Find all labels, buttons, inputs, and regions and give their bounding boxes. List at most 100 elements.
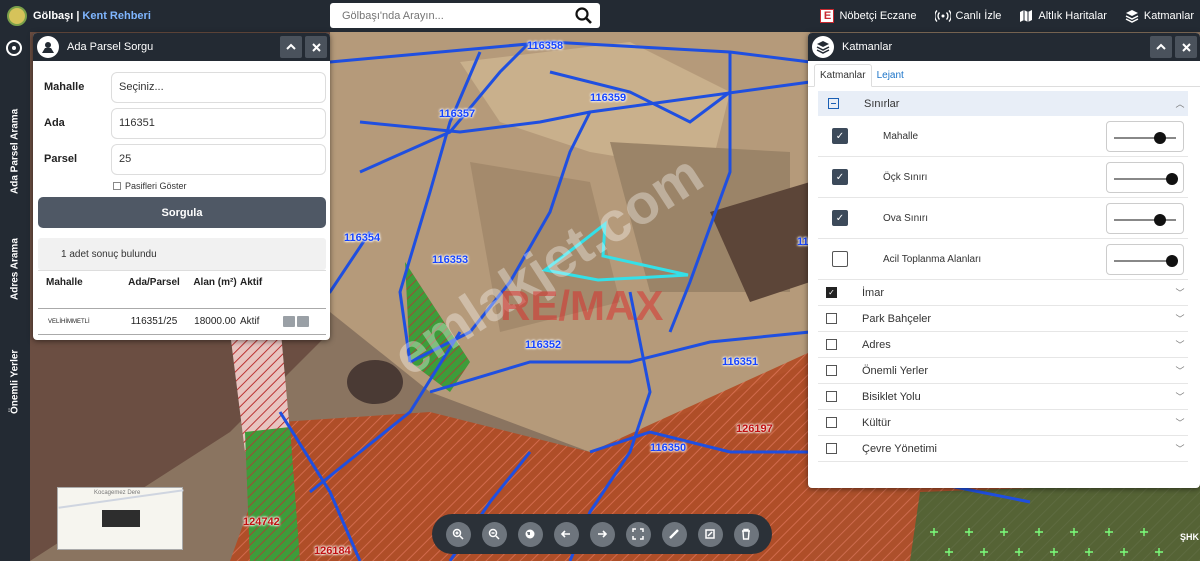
layer-checkbox[interactable] xyxy=(826,313,837,324)
result-count: 1 adet sonuç bulundu xyxy=(38,238,326,270)
corner-badge: ŞHK xyxy=(1180,532,1200,542)
cell-aktif: Aktif xyxy=(240,316,260,327)
pharmacy-label: Nöbetçi Eczane xyxy=(839,10,917,22)
pharmacy-link[interactable]: E Nöbetçi Eczane xyxy=(820,9,917,23)
zoom-out-icon xyxy=(488,528,500,540)
tab-layers[interactable]: Katmanlar xyxy=(814,64,872,87)
top-bar: Gölbaşı|Kent Rehberi E Nöbetçi Eczane Ca… xyxy=(0,0,1200,32)
opacity-slider[interactable] xyxy=(1106,120,1184,152)
close-icon xyxy=(311,42,321,52)
area-icon xyxy=(705,529,715,539)
chevron-down-icon[interactable]: ﹀ xyxy=(1172,312,1188,325)
sublayer-checkbox[interactable]: ✓ xyxy=(832,210,848,226)
layer-checkbox[interactable] xyxy=(826,417,837,428)
tab-ada-parsel-search[interactable]: Ada Parsel Arama xyxy=(3,84,27,194)
layer-checkbox[interactable]: ✓ xyxy=(826,287,837,298)
sublayer-row: ✓ Öçk Sınırı xyxy=(818,157,1188,198)
layer-checkbox[interactable] xyxy=(826,391,837,402)
minimap-viewport[interactable] xyxy=(102,510,140,527)
table-row[interactable]: VELİHİMMETLİ 116351/25 18000.00 Aktif xyxy=(38,309,326,335)
show-passive-option[interactable]: Pasifleri Göster xyxy=(33,177,330,195)
database-icon[interactable] xyxy=(297,316,309,327)
sublayer-row: Acil Toplanma Alanları xyxy=(818,239,1188,280)
layer-checkbox[interactable] xyxy=(826,365,837,376)
forward-button[interactable] xyxy=(589,521,615,547)
sublayer-checkbox[interactable]: ✓ xyxy=(832,128,848,144)
sublayer-label: Acil Toplanma Alanları xyxy=(883,253,982,265)
group-boundaries[interactable]: Sınırlar ︿ xyxy=(818,91,1188,116)
map-toolbar xyxy=(432,514,772,554)
sublayer-label: Mahalle xyxy=(883,130,919,142)
parcel-label-116354: 116354 xyxy=(344,232,381,244)
mahalle-select[interactable]: Seçiniz... xyxy=(111,71,326,103)
slider-handle[interactable] xyxy=(1154,131,1167,144)
chevron-down-icon[interactable]: ﹀ xyxy=(1172,364,1188,377)
query-button[interactable]: Sorgula xyxy=(38,197,326,228)
layer-row[interactable]: Adres ﹀ xyxy=(818,332,1188,358)
layers-close-button[interactable] xyxy=(1175,36,1197,58)
expand-icon xyxy=(632,528,644,540)
layers-collapse-button[interactable] xyxy=(1150,36,1172,58)
layer-row[interactable]: Kültür ﹀ xyxy=(818,410,1188,436)
arrow-left-icon xyxy=(560,530,570,538)
chevron-down-icon[interactable]: ﹀ xyxy=(1172,338,1188,351)
chevron-down-icon[interactable]: ﹀ xyxy=(1172,442,1188,455)
search-icon[interactable] xyxy=(574,6,594,26)
opacity-slider[interactable] xyxy=(1106,161,1184,193)
overview-minimap[interactable]: Kocagemez Dere xyxy=(57,487,184,550)
layer-label: İmar xyxy=(862,286,884,299)
municipality-logo[interactable] xyxy=(7,6,27,26)
globe-button[interactable] xyxy=(517,521,543,547)
slider-handle[interactable] xyxy=(1166,172,1178,185)
collapse-button[interactable] xyxy=(280,36,302,58)
layer-row[interactable]: Bisiklet Yolu ﹀ xyxy=(818,384,1188,410)
zoom-in-button[interactable] xyxy=(445,521,471,547)
layer-checkbox[interactable] xyxy=(826,339,837,350)
tab-address-search[interactable]: Adres Arama xyxy=(3,210,27,300)
layer-label: Adres xyxy=(862,338,891,351)
sublayer-row: ✓ Ova Sınırı xyxy=(818,198,1188,239)
fullscreen-button[interactable] xyxy=(625,521,651,547)
sublayer-checkbox[interactable] xyxy=(832,251,848,267)
layers-link[interactable]: Katmanlar xyxy=(1125,9,1194,23)
measure-line-button[interactable] xyxy=(661,521,687,547)
layer-label: Bisiklet Yolu xyxy=(862,390,921,403)
basemaps-link[interactable]: Altlık Haritalar xyxy=(1019,9,1107,23)
measure-area-button[interactable] xyxy=(697,521,723,547)
sublayer-label: Ova Sınırı xyxy=(883,212,929,224)
opacity-slider[interactable] xyxy=(1106,202,1184,234)
layer-row[interactable]: Park Bahçeler ﹀ xyxy=(818,306,1188,332)
ada-input[interactable]: 116351 xyxy=(111,107,326,139)
col-ada-parsel: Ada/Parsel xyxy=(128,277,180,288)
ada-parsel-tab-label: Ada Parsel Arama xyxy=(9,108,21,194)
layer-row[interactable]: Önemli Yerler ﹀ xyxy=(818,358,1188,384)
map-icon[interactable] xyxy=(283,316,295,327)
chevron-up-icon xyxy=(286,43,296,50)
tab-legend[interactable]: Lejant xyxy=(872,70,909,86)
slider-handle[interactable] xyxy=(1166,254,1178,267)
layer-row[interactable]: ✓ İmar ﹀ xyxy=(818,280,1188,306)
parsel-input[interactable]: 25 xyxy=(111,143,326,175)
slider-track xyxy=(1114,218,1176,221)
parcel-label-116352: 116352 xyxy=(525,339,562,351)
tab-important-places[interactable]: Önemli Yerler xyxy=(3,324,27,414)
layer-row[interactable]: Çevre Yönetimi ﹀ xyxy=(818,436,1188,462)
sublayer-checkbox[interactable]: ✓ xyxy=(832,169,848,185)
close-button[interactable] xyxy=(305,36,327,58)
layer-checkbox[interactable] xyxy=(826,443,837,454)
delete-button[interactable] xyxy=(733,521,759,547)
back-button[interactable] xyxy=(553,521,579,547)
slider-handle[interactable] xyxy=(1154,213,1167,226)
collapse-group-icon[interactable] xyxy=(828,98,839,109)
chevron-down-icon[interactable]: ﹀ xyxy=(1172,286,1188,299)
mahalle-label: Mahalle xyxy=(44,81,85,93)
locate-icon[interactable] xyxy=(6,40,22,56)
show-passive-checkbox[interactable] xyxy=(113,182,121,190)
chevron-up-icon[interactable]: ︿ xyxy=(1172,97,1188,110)
chevron-down-icon[interactable]: ﹀ xyxy=(1172,416,1188,429)
live-link[interactable]: Canlı İzle xyxy=(934,10,1001,22)
opacity-slider[interactable] xyxy=(1106,243,1184,275)
search-input[interactable] xyxy=(330,9,574,22)
chevron-down-icon[interactable]: ﹀ xyxy=(1172,390,1188,403)
zoom-out-button[interactable] xyxy=(481,521,507,547)
